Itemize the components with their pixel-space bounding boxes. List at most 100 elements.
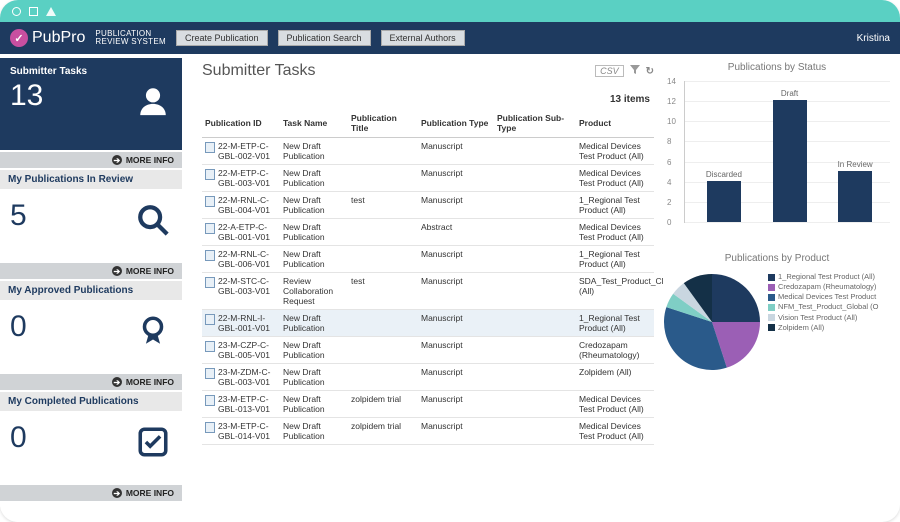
task-name: New Draft Publication <box>280 337 348 364</box>
plus-icon: ➔ <box>112 377 122 387</box>
publication-type: Abstract <box>418 219 494 246</box>
column-header[interactable]: Publication Type <box>418 109 494 138</box>
table-row[interactable]: 22-M-ETP-C-GBL-003-V01 New Draft Publica… <box>202 165 654 192</box>
product: SDA_Test_Product_Cl (All) <box>576 273 654 310</box>
sidebar-card: 5 <box>0 189 182 261</box>
column-header[interactable]: Product <box>576 109 654 138</box>
chart-bar <box>707 181 741 222</box>
more-info-button[interactable]: ➔ MORE INFO <box>0 485 182 501</box>
document-icon <box>205 196 215 207</box>
publication-title: test <box>348 192 418 219</box>
publication-sub-type <box>494 418 576 445</box>
publication-sub-type <box>494 246 576 273</box>
publication-sub-type <box>494 192 576 219</box>
product: Credozapam (Rheumatology) <box>576 337 654 364</box>
export-csv-button[interactable]: CSV <box>595 65 624 77</box>
legend-swatch-icon <box>768 284 775 291</box>
publication-id: 23-M-CZP-C-GBL-005-V01 <box>218 340 277 360</box>
table-row[interactable]: 22-M-ETP-C-GBL-002-V01 New Draft Publica… <box>202 138 654 165</box>
table-row[interactable]: 22-M-RNL-C-GBL-006-V01 New Draft Publica… <box>202 246 654 273</box>
publication-sub-type <box>494 364 576 391</box>
card-title: My Publications In Review <box>0 170 182 189</box>
filter-icon[interactable] <box>630 65 640 78</box>
publication-sub-type <box>494 337 576 364</box>
product: Medical Devices Test Product (All) <box>576 391 654 418</box>
more-info-button[interactable]: ➔ MORE INFO <box>0 152 182 168</box>
task-name: New Draft Publication <box>280 391 348 418</box>
items-count: 13 items <box>202 94 650 105</box>
product: Medical Devices Test Product (All) <box>576 219 654 246</box>
product: 1_Regional Test Product (All) <box>576 246 654 273</box>
product: 1_Regional Test Product (All) <box>576 310 654 337</box>
sidebar-card: 0 <box>0 411 182 483</box>
publication-title: test <box>348 273 418 310</box>
publication-id: 22-M-ETP-C-GBL-003-V01 <box>218 168 277 188</box>
sidebar-card: 0 <box>0 300 182 372</box>
system-label: PUBLICATION REVIEW SYSTEM <box>95 30 166 47</box>
refresh-icon[interactable]: ↻ <box>646 66 654 77</box>
more-info-button[interactable]: ➔ MORE INFO <box>0 263 182 279</box>
legend-swatch-icon <box>768 304 775 311</box>
publication-type: Manuscript <box>418 310 494 337</box>
chart-bar <box>773 100 807 222</box>
logo-text: PubPro <box>32 29 85 47</box>
document-icon <box>205 422 215 433</box>
table-row[interactable]: 22-M-STC-C-GBL-003-V01 Review Collaborat… <box>202 273 654 310</box>
publication-id: 22-A-ETP-C-GBL-001-V01 <box>218 222 277 242</box>
pie-slice <box>712 274 760 322</box>
card-icon <box>136 84 170 123</box>
pie-chart <box>662 272 762 372</box>
task-name: New Draft Publication <box>280 418 348 445</box>
more-info-button[interactable]: ➔ MORE INFO <box>0 374 182 390</box>
sidebar: Submitter Tasks 13 ➔ MORE INFO My Public… <box>0 54 186 522</box>
logo-badge-icon: ✓ <box>10 29 28 47</box>
publication-title <box>348 364 418 391</box>
column-header[interactable]: Publication ID <box>202 109 280 138</box>
bar-label: In Review <box>838 160 873 169</box>
task-name: New Draft Publication <box>280 165 348 192</box>
legend-swatch-icon <box>768 314 775 321</box>
plus-icon: ➔ <box>112 155 122 165</box>
table-row[interactable]: 23-M-ETP-C-GBL-014-V01 New Draft Publica… <box>202 418 654 445</box>
window-titlebar <box>0 0 900 22</box>
product: Medical Devices Test Product (All) <box>576 138 654 165</box>
publication-title <box>348 138 418 165</box>
column-header[interactable]: Task Name <box>280 109 348 138</box>
sidebar-card: Submitter Tasks 13 <box>0 58 182 150</box>
product: 1_Regional Test Product (All) <box>576 192 654 219</box>
publication-type: Manuscript <box>418 192 494 219</box>
column-header[interactable]: Publication Sub-Type <box>494 109 576 138</box>
window-control-icon <box>12 7 21 16</box>
publication-id: 23-M-ETP-C-GBL-013-V01 <box>218 394 277 414</box>
document-icon <box>205 223 215 234</box>
card-icon <box>136 314 170 353</box>
table-row[interactable]: 23-M-ETP-C-GBL-013-V01 New Draft Publica… <box>202 391 654 418</box>
product: Zolpidem (All) <box>576 364 654 391</box>
publication-id: 22-M-ETP-C-GBL-002-V01 <box>218 141 277 161</box>
table-row[interactable]: 23-M-CZP-C-GBL-005-V01 New Draft Publica… <box>202 337 654 364</box>
external-authors-button[interactable]: External Authors <box>381 30 465 46</box>
document-icon <box>205 169 215 180</box>
create-publication-button[interactable]: Create Publication <box>176 30 268 46</box>
document-icon <box>205 341 215 352</box>
publication-id: 22-M-RNL-C-GBL-006-V01 <box>218 249 277 269</box>
current-user[interactable]: Kristina <box>857 33 890 44</box>
publication-type: Manuscript <box>418 364 494 391</box>
bar-label: Draft <box>781 89 798 98</box>
table-row[interactable]: 22-A-ETP-C-GBL-001-V01 New Draft Publica… <box>202 219 654 246</box>
tasks-table: Publication IDTask NamePublication Title… <box>202 109 654 445</box>
pie-legend: 1_Regional Test Product (All)Credozapam … <box>768 272 878 333</box>
publication-search-button[interactable]: Publication Search <box>278 30 371 46</box>
product: Medical Devices Test Product (All) <box>576 165 654 192</box>
column-header[interactable]: Publication Title <box>348 109 418 138</box>
bar-chart-title: Publications by Status <box>662 62 892 73</box>
publication-type: Manuscript <box>418 138 494 165</box>
table-row[interactable]: 22-M-RNL-I-GBL-001-V01 New Draft Publica… <box>202 310 654 337</box>
table-row[interactable]: 23-M-ZDM-C-GBL-003-V01 New Draft Publica… <box>202 364 654 391</box>
task-name: New Draft Publication <box>280 138 348 165</box>
table-row[interactable]: 22-M-RNL-C-GBL-004-V01 New Draft Publica… <box>202 192 654 219</box>
card-icon <box>136 203 170 242</box>
card-title: Submitter Tasks <box>10 66 172 77</box>
publication-title <box>348 337 418 364</box>
document-icon <box>205 142 215 153</box>
